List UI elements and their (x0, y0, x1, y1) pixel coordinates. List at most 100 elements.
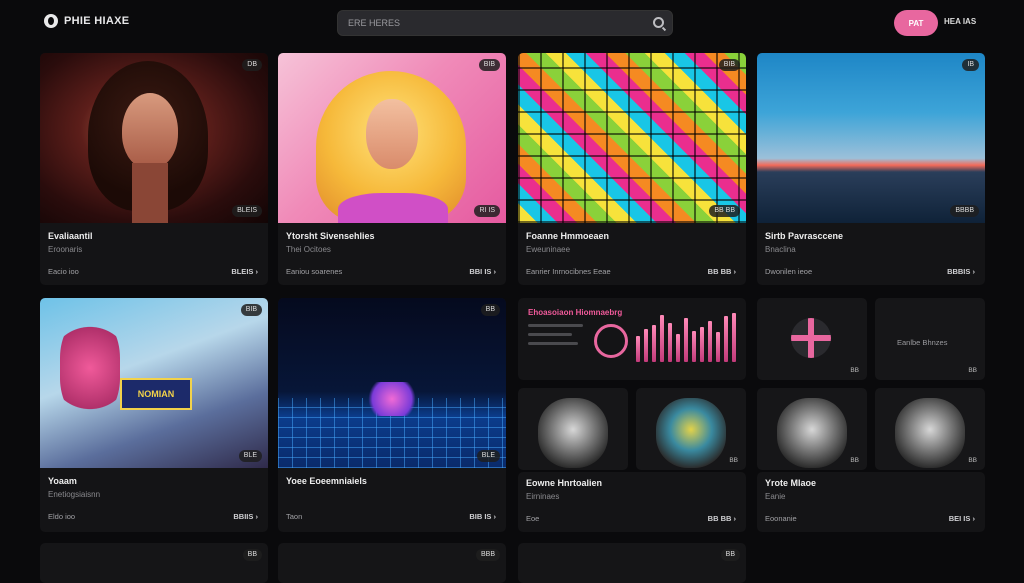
card-count[interactable]: BEI IS › (949, 514, 975, 523)
text-line (528, 342, 578, 345)
mini-label: Eanlbe Bhnzes (897, 338, 948, 347)
card-title[interactable]: Yoaam (48, 476, 77, 486)
card-thumbnail[interactable]: DB BLEIS (40, 53, 268, 223)
logo[interactable]: PHIE HIAXE (44, 14, 129, 28)
chevron-right-icon: › (255, 267, 259, 276)
card-stat: BBBB (950, 205, 979, 217)
card-footer: Dwonilen ieoe (765, 267, 813, 276)
mini-count: BB (729, 457, 738, 464)
chart-bar (644, 329, 648, 362)
media-card[interactable]: IB BBBB Sirtb Pavrasccene Bnaclina Dwoni… (757, 53, 985, 285)
mini-count: BB (968, 457, 977, 464)
card-count-value: BLEIS (231, 267, 254, 276)
chart-bar (708, 321, 712, 362)
mini-count: BB (968, 367, 977, 374)
chart-bar (684, 318, 688, 362)
card-count-value: BB BB (707, 267, 732, 276)
face-image (777, 398, 847, 468)
portrait-face (366, 99, 418, 169)
card-thumbnail[interactable]: BIB BB BB (518, 53, 746, 223)
card-count-value: BBI IS (469, 267, 492, 276)
card-thumbnail[interactable]: BB BLE (278, 298, 506, 468)
chevron-right-icon: › (972, 514, 976, 523)
card-badge: BBB (475, 549, 500, 561)
card-title[interactable]: Yoee Eoeemniaiels (286, 476, 367, 486)
media-card[interactable]: DB BLEIS Evaliaantil Eroonaris Eacio ioo… (40, 53, 268, 285)
chevron-right-icon: › (493, 512, 497, 521)
account-link[interactable]: HEA IAS (944, 17, 976, 26)
card-subtitle: Enetiogsiaisnn (48, 490, 101, 499)
face-tile[interactable]: BB (875, 388, 985, 470)
chevron-right-icon: › (733, 514, 737, 523)
card-footer: Eanrier Inrnocibnes Eeae (526, 267, 611, 276)
card-count[interactable]: BLEIS › (231, 267, 258, 276)
face-tile[interactable] (518, 388, 628, 470)
search-icon[interactable] (653, 17, 664, 28)
media-card[interactable]: Eowne Hnrtoalien Eirninaes Eoe BB BB › (518, 472, 746, 532)
card-title[interactable]: Sirtb Pavrasccene (765, 231, 843, 241)
card-subtitle: Bnaclina (765, 245, 796, 254)
mini-count: BB (850, 367, 859, 374)
media-card[interactable]: Yrote Mlaoe Eanie Eoonanie BEI IS › (757, 472, 985, 532)
primary-action-button[interactable]: PAT (894, 10, 938, 36)
card-badge: BB (242, 549, 262, 561)
card-subtitle: Eroonaris (48, 245, 83, 254)
media-card[interactable]: BIB RI IS Ytorsht Sivensehlies Thei Ocit… (278, 53, 506, 285)
card-footer: Eoonanie (765, 514, 797, 523)
media-card[interactable]: BIB BB BB Foanne Hmmoeaen Eweuninaee Ean… (518, 53, 746, 285)
card-title[interactable]: Ytorsht Sivensehlies (286, 231, 375, 241)
card-count-value: BBBIS (947, 267, 971, 276)
face-tile[interactable]: BB (636, 388, 746, 470)
card-count[interactable]: BBI IS › (469, 267, 496, 276)
media-card[interactable]: BB (40, 543, 268, 583)
card-thumbnail[interactable]: NOMIAN BIB BLE (40, 298, 268, 468)
search-input[interactable] (348, 11, 638, 35)
card-thumbnail[interactable]: BIB RI IS (278, 53, 506, 223)
card-subtitle: Thei Ocitoes (286, 245, 331, 254)
media-card[interactable]: BBB (278, 543, 506, 583)
card-count[interactable]: BB BB › (708, 514, 736, 523)
card-badge: BB (720, 549, 740, 561)
card-footer: Eoe (526, 514, 540, 523)
mini-count: BB (850, 457, 859, 464)
card-badge: BIB (718, 59, 740, 71)
card-title[interactable]: Evaliaantil (48, 231, 93, 241)
card-footer: Eacio ioo (48, 267, 79, 276)
media-card[interactable]: BB BLE Yoee Eoeemniaiels Taon BIB IS › (278, 298, 506, 532)
card-badge: DB (242, 59, 262, 71)
chevron-right-icon: › (733, 267, 737, 276)
chevron-right-icon: › (255, 512, 259, 521)
card-title[interactable]: Yrote Mlaoe (765, 478, 816, 488)
card-footer: Eaniou soarenes (286, 267, 343, 276)
chart-bar (692, 331, 696, 362)
mini-panel[interactable]: Eanlbe Bhnzes BB (875, 298, 985, 380)
pattern-grid (518, 53, 746, 223)
portrait-face (122, 93, 178, 169)
media-card[interactable]: NOMIAN BIB BLE Yoaam Enetiogsiaisnn Eldo… (40, 298, 268, 532)
chevron-right-icon: › (972, 267, 976, 276)
card-badge: BB (480, 304, 500, 316)
card-count[interactable]: BBBIS › (947, 267, 975, 276)
chart-bar (732, 313, 736, 362)
text-line (528, 324, 583, 327)
card-count-value: BBIIS (233, 512, 254, 521)
collage-shape (60, 318, 120, 418)
card-title[interactable]: Eowne Hnrtoalien (526, 478, 602, 488)
chart-bar (636, 336, 640, 362)
card-count[interactable]: BIB IS › (469, 512, 496, 521)
card-title[interactable]: Foanne Hmmoeaen (526, 231, 609, 241)
face-tile[interactable]: BB (757, 388, 867, 470)
bar-chart (636, 312, 746, 362)
card-count[interactable]: BB BB › (708, 267, 736, 276)
card-count[interactable]: BBIIS › (233, 512, 258, 521)
chevron-right-icon: › (493, 267, 497, 276)
ring-chart-icon (594, 324, 628, 358)
media-card[interactable]: BB (518, 543, 746, 583)
mini-panel[interactable]: BB (757, 298, 867, 380)
card-stat: BB BB (709, 205, 740, 217)
card-thumbnail[interactable]: IB BBBB (757, 53, 985, 223)
card-badge: IB (962, 59, 979, 71)
card-subtitle: Eirninaes (526, 492, 560, 501)
logo-text: PHIE HIAXE (64, 15, 130, 27)
analytics-panel[interactable]: Ehoasoiaon Hiomnaebrg (518, 298, 746, 380)
